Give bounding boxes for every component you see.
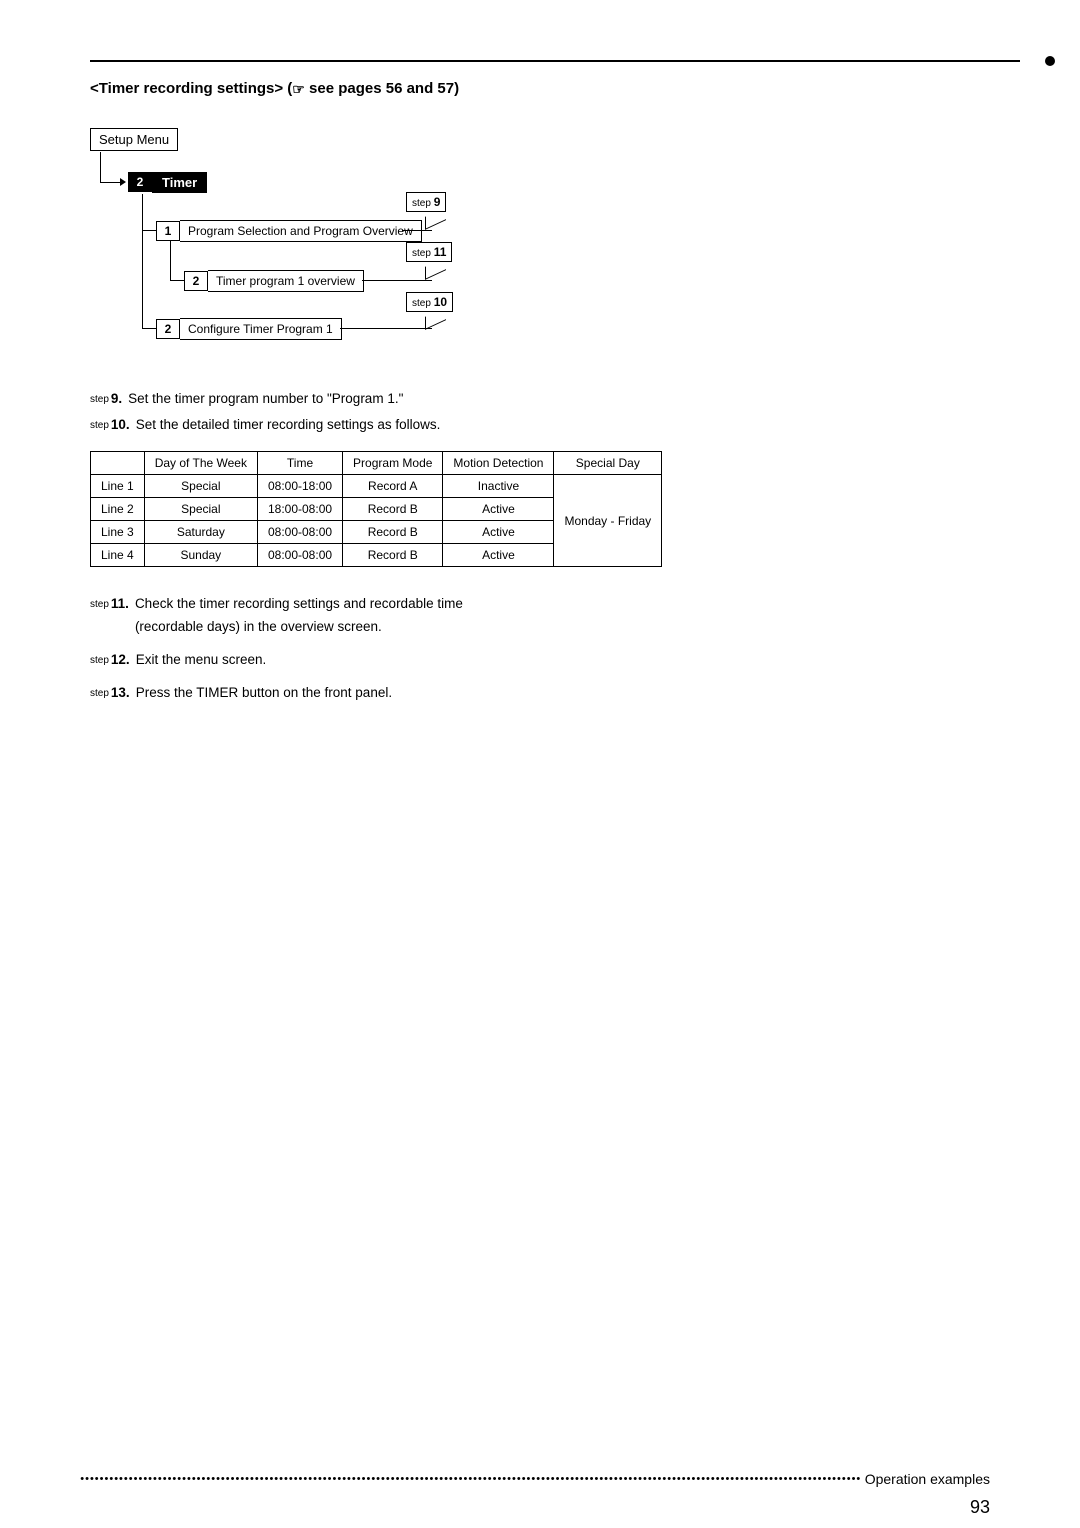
table-cell: Inactive xyxy=(443,475,554,498)
section-heading: <Timer recording settings> (☞ see pages … xyxy=(90,80,990,98)
table-cell: Line 4 xyxy=(91,544,145,567)
tree-node-timer: 2 Timer xyxy=(128,172,207,193)
table-header-cell xyxy=(91,452,145,475)
table-row: Line 1Special08:00-18:00Record AInactive… xyxy=(91,475,662,498)
table-header-cell: Special Day xyxy=(554,452,662,475)
table-cell: Special xyxy=(144,475,257,498)
table-cell: Record A xyxy=(343,475,443,498)
page-footer: ••••••••••••••••••••••••••••••••••••••••… xyxy=(0,1470,1080,1488)
tree-connector xyxy=(170,280,184,281)
tree-connector xyxy=(142,194,143,328)
tree-node-overview: 2 Timer program 1 overview xyxy=(184,270,364,292)
step-text: Set the detailed timer recording setting… xyxy=(136,414,990,437)
timer-settings-table: Day of The WeekTimeProgram ModeMotion De… xyxy=(90,451,662,567)
top-rule xyxy=(90,60,1020,62)
step-number: 13. xyxy=(111,682,130,705)
page-number: 93 xyxy=(970,1497,990,1518)
step-text: Exit the menu screen. xyxy=(136,649,530,672)
tree-connector xyxy=(100,152,101,182)
tree-num: 2 xyxy=(184,271,208,291)
table-body: Line 1Special08:00-18:00Record AInactive… xyxy=(91,475,662,567)
steps-list-b: step11.Check the timer recording setting… xyxy=(90,593,530,705)
step-text: Check the timer recording settings and r… xyxy=(135,593,530,639)
table-cell: Active xyxy=(443,498,554,521)
table-cell: Record B xyxy=(343,498,443,521)
table-cell: Special xyxy=(144,498,257,521)
setup-menu-box: Setup Menu xyxy=(90,128,178,151)
table-cell: 08:00-18:00 xyxy=(257,475,342,498)
pointing-hand-icon: ☞ xyxy=(292,81,305,98)
table-cell: Active xyxy=(443,544,554,567)
arrow-icon xyxy=(120,178,126,186)
step-number: 11. xyxy=(111,593,129,639)
tree-connector xyxy=(100,182,122,183)
step-label: step xyxy=(412,248,431,259)
tree-timer-label: Timer xyxy=(152,172,207,193)
step-label: step xyxy=(412,198,431,209)
step-text: Press the TIMER button on the front pane… xyxy=(136,682,530,705)
tree-connector xyxy=(340,328,432,329)
tree-connector xyxy=(142,230,156,231)
table-cell: Monday - Friday xyxy=(554,475,662,567)
table-cell: Record B xyxy=(343,544,443,567)
tree-item-text: Configure Timer Program 1 xyxy=(180,318,342,340)
tree-item-text: Timer program 1 overview xyxy=(208,270,364,292)
tree-num: 2 xyxy=(156,319,180,339)
tree-num: 1 xyxy=(156,221,180,241)
table-header-cell: Day of The Week xyxy=(144,452,257,475)
page: <Timer recording settings> (☞ see pages … xyxy=(0,0,1080,1528)
table-header-cell: Time xyxy=(257,452,342,475)
step-row: step12. Exit the menu screen. xyxy=(90,649,530,672)
step-row: step9. Set the timer program number to "P… xyxy=(90,388,990,411)
heading-suffix: see pages 56 and 57) xyxy=(305,80,459,97)
step-number: 9. xyxy=(111,388,122,411)
step-label: step xyxy=(90,649,109,672)
table-cell: 08:00-08:00 xyxy=(257,521,342,544)
tree-item-text: Program Selection and Program Overview xyxy=(180,220,422,242)
tree-node-program-selection: 1 Program Selection and Program Overview xyxy=(156,220,422,242)
tree-connector xyxy=(142,328,156,329)
tree-node-configure: 2 Configure Timer Program 1 xyxy=(156,318,342,340)
tree-connector xyxy=(402,230,432,231)
step-text: Set the timer program number to "Program… xyxy=(128,388,990,411)
menu-tree-diagram: Setup Menu 2 Timer 1 Program Selection a… xyxy=(90,128,570,358)
step-number: 10. xyxy=(111,414,130,437)
step-number: 9 xyxy=(434,195,441,209)
step-row: step11. Check the timer recording setting… xyxy=(90,593,530,639)
table-cell: 18:00-08:00 xyxy=(257,498,342,521)
table-cell: Active xyxy=(443,521,554,544)
step-label: step xyxy=(90,388,109,411)
table-header-row: Day of The WeekTimeProgram ModeMotion De… xyxy=(91,452,662,475)
step-label: step xyxy=(90,414,109,437)
heading-prefix: <Timer recording settings> ( xyxy=(90,80,292,97)
step-number: 12. xyxy=(111,649,130,672)
table-cell: Line 3 xyxy=(91,521,145,544)
tree-connector xyxy=(362,280,432,281)
step-label: step xyxy=(90,682,109,705)
tree-connector xyxy=(170,240,171,280)
footer-text: Operation examples xyxy=(865,1471,990,1487)
table-header-cell: Motion Detection xyxy=(443,452,554,475)
table-cell: Sunday xyxy=(144,544,257,567)
tree-num: 2 xyxy=(128,172,152,192)
table-cell: Record B xyxy=(343,521,443,544)
step-row: step10. Set the detailed timer recording … xyxy=(90,414,990,437)
table-cell: Saturday xyxy=(144,521,257,544)
table-cell: Line 1 xyxy=(91,475,145,498)
step-label: step xyxy=(90,593,109,639)
steps-list-a: step9. Set the timer program number to "P… xyxy=(90,388,990,438)
step-row: step13. Press the TIMER button on the fro… xyxy=(90,682,530,705)
step-label: step xyxy=(412,298,431,309)
table-cell: Line 2 xyxy=(91,498,145,521)
setup-menu-label: Setup Menu xyxy=(99,132,169,147)
table-header-cell: Program Mode xyxy=(343,452,443,475)
table-cell: 08:00-08:00 xyxy=(257,544,342,567)
footer-dots: ••••••••••••••••••••••••••••••••••••••••… xyxy=(80,1473,860,1485)
